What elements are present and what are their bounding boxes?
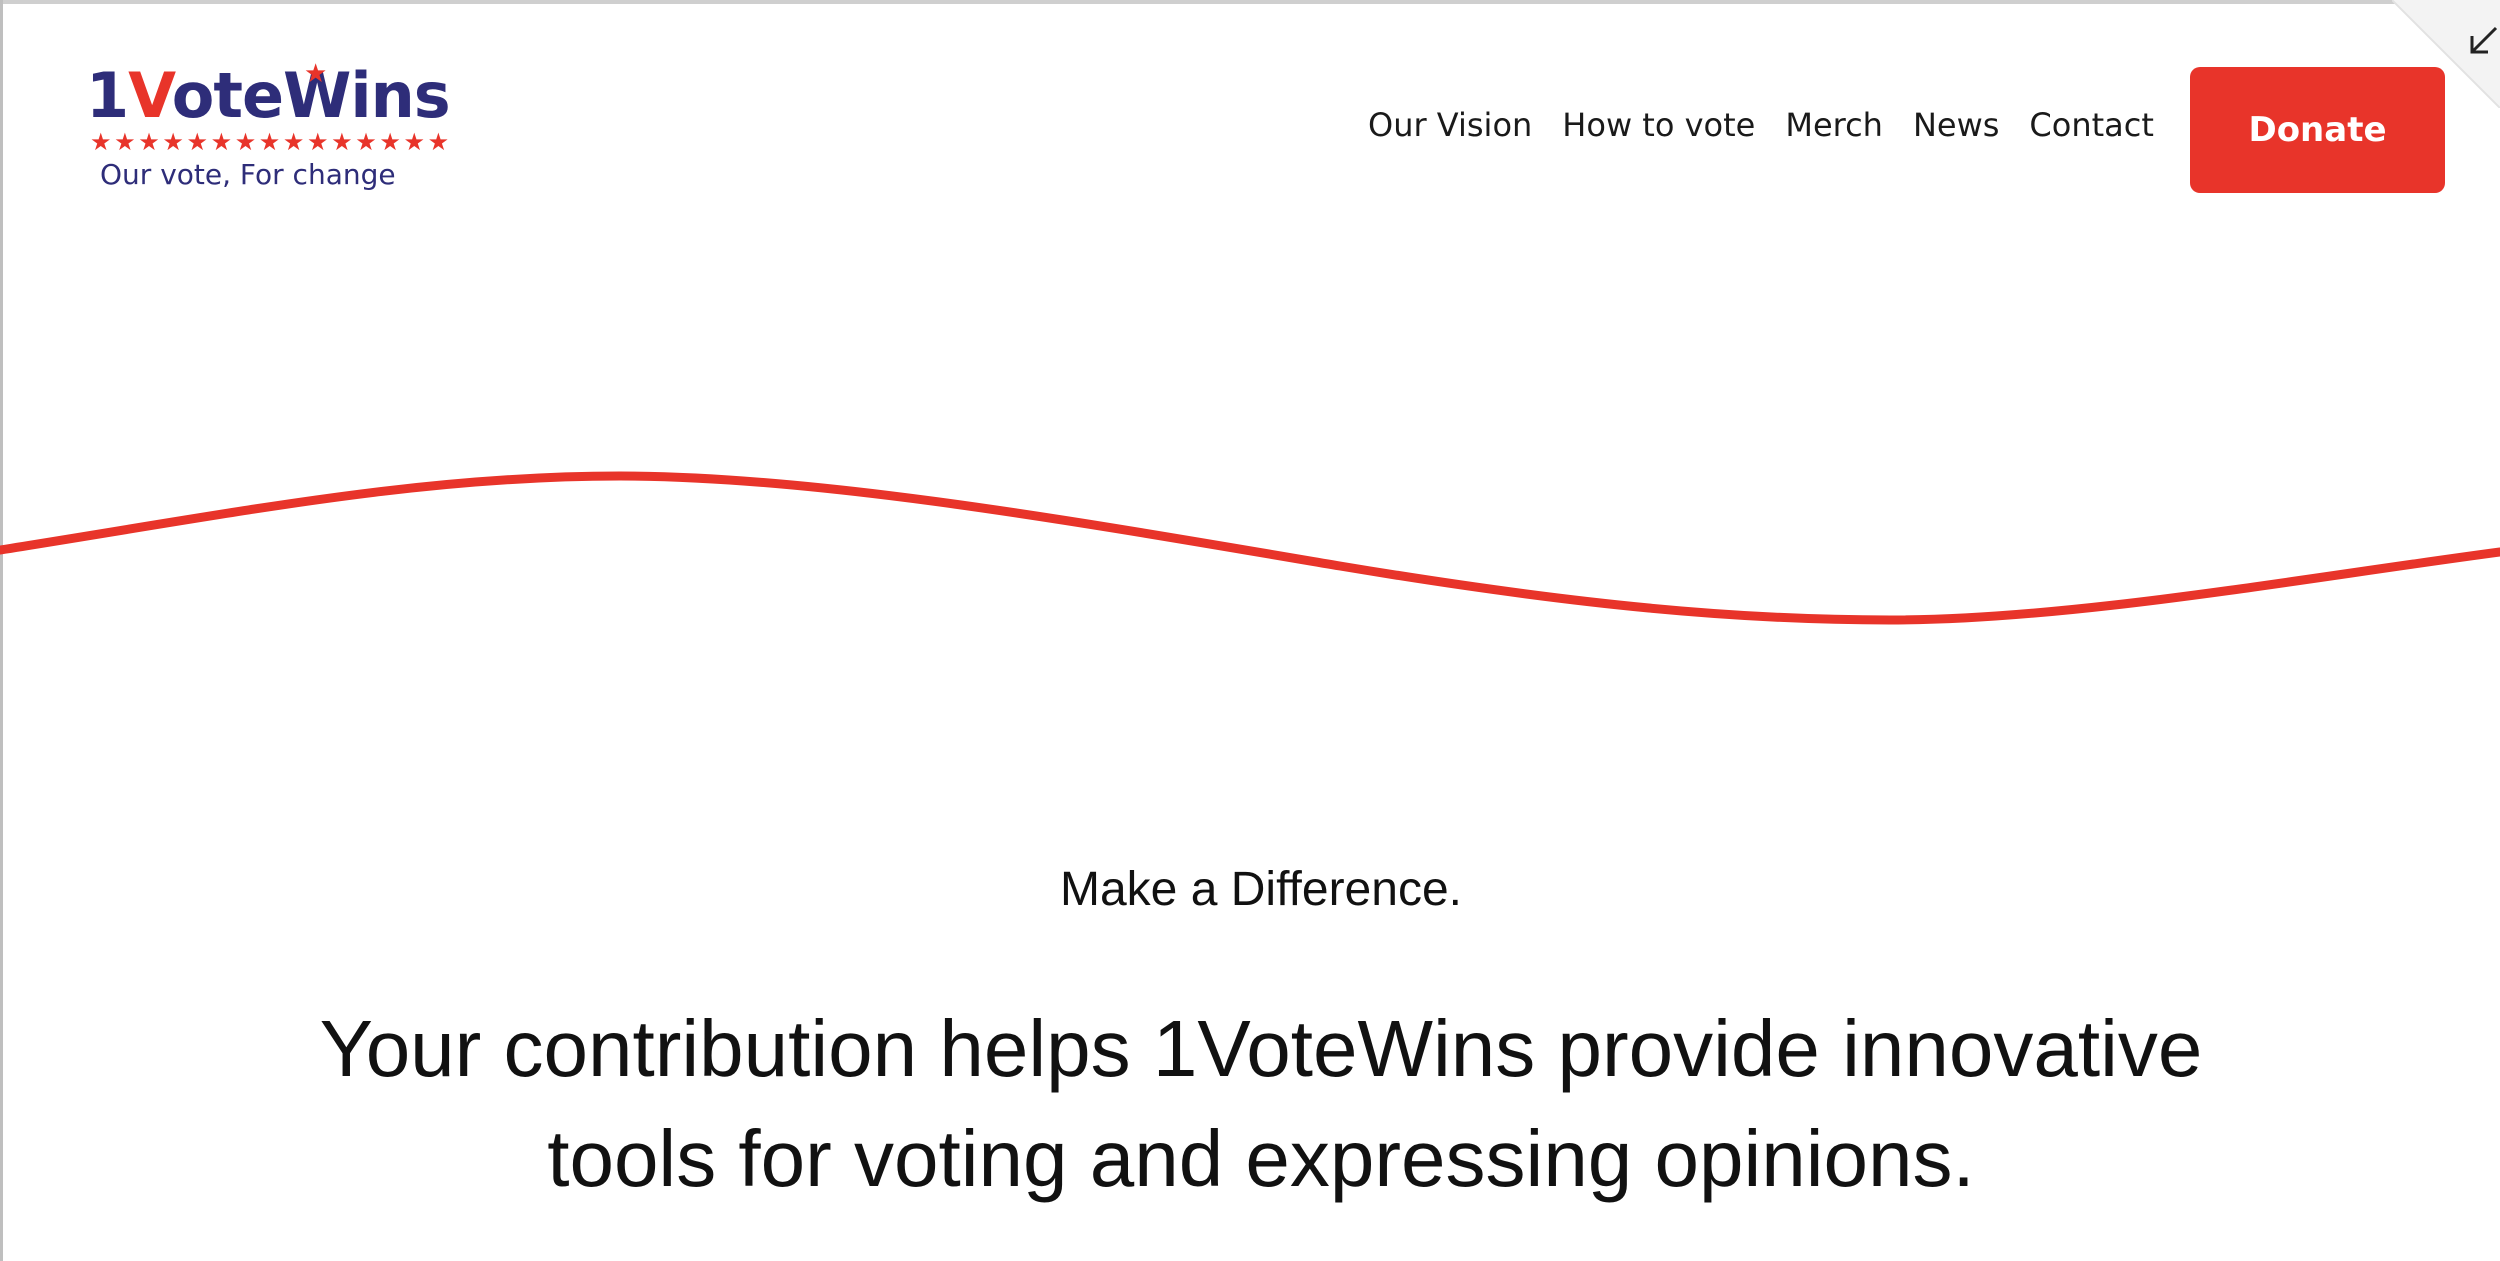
star-icon: ★ (304, 58, 328, 88)
nav-item-merch[interactable]: Merch (1785, 106, 1883, 144)
nav-item-news[interactable]: News (1913, 106, 1999, 144)
hero-headline: Your contribution helps 1VoteWins provid… (319, 1004, 2203, 1203)
nav-item-contact[interactable]: Contact (2029, 106, 2154, 144)
logo-wordmark: 1VoteWins (86, 58, 451, 134)
site-logo[interactable]: 1VoteWins ★ ★★★★★★★★★★★★★★★ Our vote, Fo… (86, 58, 451, 198)
main-nav: Our Vision How to vote Merch News Contac… (1368, 106, 2154, 144)
decorative-wave (0, 471, 2500, 625)
logo-check-letter: V (128, 59, 173, 132)
logo-tagline: Our vote, For change (100, 158, 396, 191)
logo-prefix: 1 (86, 59, 129, 132)
hero-eyebrow: Make a Difference. (1060, 863, 1462, 916)
window-top-border (0, 0, 2500, 4)
logo-stars-row: ★★★★★★★★★★★★★★★ (90, 129, 452, 156)
nav-item-how-to-vote[interactable]: How to vote (1562, 106, 1755, 144)
collapse-arrow-icon[interactable] (2466, 24, 2500, 58)
nav-item-our-vision[interactable]: Our Vision (1368, 106, 1532, 144)
